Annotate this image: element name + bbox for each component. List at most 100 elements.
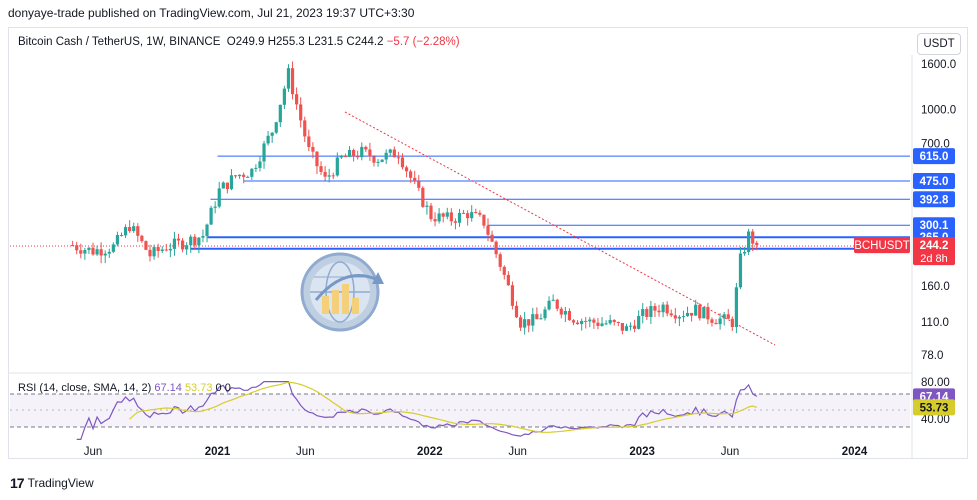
candle-body[interactable] [421,187,425,207]
candle-body[interactable] [449,212,453,222]
candle-body[interactable] [209,207,213,225]
candle-body[interactable] [384,152,388,160]
candle-body[interactable] [185,245,189,250]
candle-body[interactable] [295,94,299,105]
candle-body[interactable] [180,240,185,250]
candle-body[interactable] [274,122,278,133]
candle-body[interactable] [376,161,380,163]
candle-body[interactable] [123,227,128,236]
candle-body[interactable] [657,310,661,313]
candle-body[interactable] [502,266,506,275]
candle-body[interactable] [580,320,584,325]
candle-body[interactable] [339,156,344,158]
candle-body[interactable] [258,161,262,168]
candle-body[interactable] [478,212,482,215]
candle-body[interactable] [290,68,295,95]
candle-body[interactable] [738,253,743,288]
candle-body[interactable] [575,322,580,325]
candle-body[interactable] [531,314,535,326]
candle-body[interactable] [702,307,706,319]
candle-body[interactable] [221,182,225,189]
candle-body[interactable] [282,88,286,105]
candle-body[interactable] [653,306,657,311]
candle-body[interactable] [518,317,523,328]
candle-body[interactable] [665,304,669,314]
candle-body[interactable] [327,175,331,177]
candle-body[interactable] [612,319,616,323]
candle-body[interactable] [535,314,539,320]
candle-body[interactable] [681,316,686,318]
candle-body[interactable] [286,68,291,89]
candle-body[interactable] [356,156,360,158]
candle-body[interactable] [584,320,588,322]
candle-body[interactable] [91,247,95,255]
candle-body[interactable] [486,225,490,235]
candle-body[interactable] [254,167,258,169]
candle-body[interactable] [482,214,486,226]
candle-body[interactable] [494,241,498,255]
candle-body[interactable] [722,314,726,319]
candle-body[interactable] [718,318,722,325]
candle-body[interactable] [588,319,592,322]
candle-body[interactable] [278,104,282,123]
candle-body[interactable] [144,241,148,250]
candle-body[interactable] [527,319,531,326]
candle-body[interactable] [262,143,266,162]
candle-body[interactable] [571,320,576,323]
footer-brand[interactable]: TradingView [28,476,94,490]
candle-body[interactable] [189,236,193,246]
candle-body[interactable] [677,316,681,319]
candle-body[interactable] [172,238,177,249]
candle-body[interactable] [217,188,221,207]
candle-body[interactable] [608,319,612,324]
candle-body[interactable] [437,213,441,222]
candle-body[interactable] [103,253,107,256]
candle-body[interactable] [637,315,641,329]
candle-body[interactable] [201,235,205,238]
candle-body[interactable] [669,313,673,316]
candle-body[interactable] [164,249,168,251]
candle-body[interactable] [380,159,384,162]
candle-body[interactable] [347,149,352,157]
candle-body[interactable] [168,248,172,251]
candle-body[interactable] [95,249,99,255]
candle-body[interactable] [714,322,718,325]
candle-body[interactable] [132,226,136,232]
candle-body[interactable] [596,322,600,326]
candle-body[interactable] [457,212,462,223]
candle-body[interactable] [233,175,238,177]
candle-body[interactable] [368,149,372,157]
candle-body[interactable] [747,231,751,252]
candle-body[interactable] [270,132,274,136]
candle-body[interactable] [551,299,555,301]
candle-body[interactable] [429,205,433,220]
candle-body[interactable] [79,250,83,254]
candle-body[interactable] [303,120,307,137]
candle-body[interactable] [698,304,702,319]
candle-body[interactable] [673,315,677,319]
candle-body[interactable] [343,156,348,158]
candle-body[interactable] [331,175,335,177]
candle-body[interactable] [490,234,494,242]
candle-body[interactable] [661,304,665,313]
candle-body[interactable] [755,242,759,246]
candle-body[interactable] [751,231,755,244]
candle-body[interactable] [632,325,637,329]
candle-body[interactable] [115,235,120,245]
candle-body[interactable] [510,285,515,306]
candle-body[interactable] [319,166,323,172]
candle-body[interactable] [710,319,714,323]
candle-body[interactable] [372,156,376,163]
candle-body[interactable] [364,146,368,150]
candle-body[interactable] [600,323,604,326]
candle-body[interactable] [323,171,327,177]
candle-body[interactable] [360,146,364,158]
candle-body[interactable] [388,149,392,153]
candle-body[interactable] [99,249,103,256]
candle-body[interactable] [433,219,437,222]
candle-body[interactable] [730,318,734,328]
candle-body[interactable] [706,307,710,320]
candle-body[interactable] [461,212,466,214]
candle-body[interactable] [119,235,124,237]
candle-body[interactable] [176,238,181,241]
